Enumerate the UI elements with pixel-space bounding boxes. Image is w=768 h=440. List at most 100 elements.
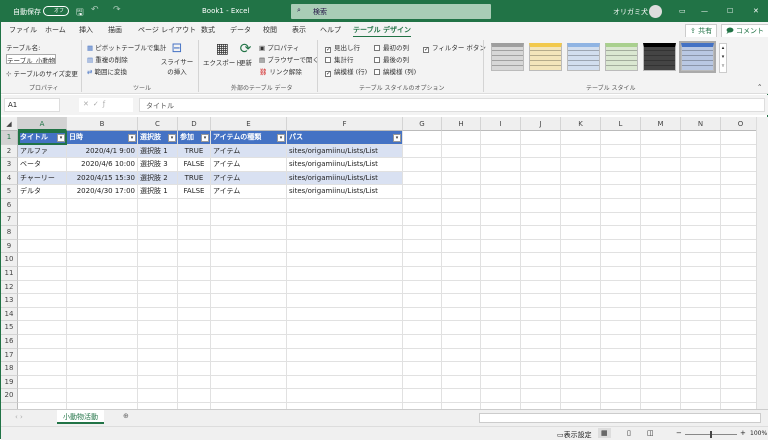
column-header[interactable]: F — [287, 117, 403, 131]
export-button[interactable]: ▦ エクスポート — [203, 41, 242, 67]
cell[interactable] — [601, 362, 641, 376]
gallery-scroll[interactable]: ▴ ▾ ▿ — [719, 43, 727, 73]
formula-buttons[interactable]: ✕✓ƒ — [79, 98, 133, 112]
cell[interactable]: アイテム — [211, 144, 287, 159]
cell[interactable] — [442, 226, 481, 240]
cell[interactable]: アルファ — [18, 144, 67, 159]
row-header[interactable]: 7 — [1, 212, 18, 227]
horizontal-scrollbar[interactable] — [479, 413, 761, 423]
column-header[interactable]: N — [681, 117, 721, 131]
cell[interactable] — [442, 321, 481, 335]
cell[interactable] — [681, 158, 721, 172]
cell[interactable] — [681, 239, 721, 254]
checkbox[interactable] — [374, 45, 380, 51]
row-header[interactable]: 8 — [1, 226, 18, 240]
table-style-swatch[interactable] — [605, 43, 638, 71]
cell[interactable] — [178, 253, 211, 267]
cell[interactable] — [287, 362, 403, 376]
cell[interactable]: sites/origamiinu/Lists/List — [287, 171, 403, 186]
cell[interactable] — [681, 389, 721, 403]
cell[interactable]: 2020/4/30 17:00 — [67, 185, 138, 199]
cell[interactable] — [601, 199, 641, 213]
cell[interactable] — [601, 280, 641, 295]
cell[interactable] — [67, 294, 138, 308]
cell[interactable] — [641, 389, 681, 403]
insert-slicer-button[interactable]: ⊟ スライサーの挿入 — [159, 41, 195, 76]
convert-to-range-button[interactable]: ⇄ 範囲に変換 — [87, 66, 127, 76]
cell[interactable] — [138, 389, 178, 403]
cell[interactable] — [521, 171, 561, 186]
cell[interactable] — [442, 144, 481, 159]
cell[interactable] — [18, 375, 67, 390]
avatar[interactable] — [649, 5, 662, 18]
cell[interactable] — [138, 335, 178, 349]
cell[interactable] — [601, 375, 641, 390]
cell[interactable] — [287, 253, 403, 267]
cell[interactable] — [561, 267, 601, 281]
cell[interactable] — [681, 212, 721, 227]
cell[interactable] — [178, 375, 211, 390]
cell[interactable] — [67, 212, 138, 227]
cell[interactable] — [561, 253, 601, 267]
cell[interactable] — [721, 131, 756, 145]
cell[interactable] — [641, 375, 681, 390]
cell[interactable] — [601, 348, 641, 363]
cell[interactable] — [442, 185, 481, 199]
cell[interactable] — [641, 253, 681, 267]
row-header[interactable]: 16 — [1, 335, 18, 349]
cell[interactable] — [138, 226, 178, 240]
tab-page-layout[interactable]: ページ レイアウト — [138, 25, 196, 35]
cell[interactable] — [18, 335, 67, 349]
column-header[interactable]: J — [521, 117, 561, 131]
cell[interactable] — [641, 335, 681, 349]
cell[interactable] — [442, 362, 481, 376]
cell[interactable] — [721, 335, 756, 349]
cell[interactable] — [521, 199, 561, 213]
checkbox[interactable] — [325, 57, 331, 63]
cell[interactable] — [442, 389, 481, 403]
add-sheet-icon[interactable]: ⊕ — [123, 412, 129, 420]
cell[interactable] — [521, 226, 561, 240]
maximize-button[interactable]: ☐ — [727, 7, 733, 15]
normal-view-icon[interactable]: ▦ — [598, 428, 611, 438]
select-all[interactable]: ◢ — [1, 117, 18, 131]
cell[interactable] — [601, 335, 641, 349]
cell[interactable] — [178, 226, 211, 240]
cell[interactable] — [403, 375, 442, 390]
cell[interactable] — [601, 321, 641, 335]
table-style-swatch[interactable] — [679, 41, 716, 73]
cell[interactable] — [442, 375, 481, 390]
row-header[interactable]: 1 — [1, 131, 18, 145]
cell[interactable] — [403, 307, 442, 322]
row-header[interactable]: 15 — [1, 321, 18, 335]
cell[interactable] — [721, 213, 756, 227]
cell[interactable] — [178, 239, 211, 254]
cell[interactable] — [561, 280, 601, 295]
sheet-tab[interactable]: 小動物活動 — [57, 410, 104, 424]
cell[interactable] — [561, 212, 601, 227]
row-header[interactable]: 18 — [1, 362, 18, 376]
cell[interactable] — [18, 362, 67, 376]
cell[interactable]: 2020/4/6 10:00 — [67, 158, 138, 172]
row-header[interactable]: 14 — [1, 307, 18, 322]
cell[interactable] — [18, 239, 67, 254]
unlink-button[interactable]: ⛓ リンク解除 — [259, 66, 302, 76]
column-header[interactable]: H — [442, 117, 481, 131]
cell[interactable] — [721, 199, 756, 213]
cell[interactable] — [481, 280, 521, 295]
cell[interactable] — [211, 239, 287, 254]
cell[interactable] — [442, 294, 481, 308]
cell[interactable] — [601, 389, 641, 403]
filter-dropdown-icon[interactable]: ▾ — [168, 134, 176, 142]
cell[interactable] — [641, 144, 681, 159]
cell[interactable]: TRUE — [178, 144, 211, 159]
cell[interactable] — [521, 185, 561, 199]
cell[interactable]: アイテム — [211, 171, 287, 186]
cell[interactable] — [18, 226, 67, 240]
cell[interactable] — [521, 307, 561, 322]
cell[interactable] — [287, 212, 403, 227]
cell[interactable] — [681, 171, 721, 186]
cell[interactable] — [138, 267, 178, 281]
share-button[interactable]: ⇪ 共有 — [685, 24, 718, 38]
cell[interactable] — [641, 307, 681, 322]
